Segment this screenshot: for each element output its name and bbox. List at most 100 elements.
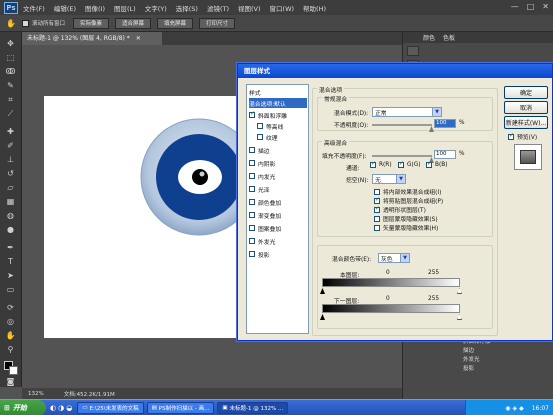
pattern-overlay-checkbox[interactable]: [249, 225, 255, 231]
cancel-button[interactable]: 取消: [504, 101, 548, 114]
document-tab[interactable]: 未标题-1 @ 132% (图层 4, RGB/8) * ✕: [22, 32, 162, 45]
option-blend-interior[interactable]: 将内部效果混合成组(I): [374, 187, 441, 196]
texture-checkbox[interactable]: [257, 134, 263, 140]
style-item-stroke[interactable]: 描边: [249, 145, 307, 155]
menu-edit[interactable]: 编辑(E): [54, 3, 76, 13]
style-item-color-overlay[interactable]: 颜色叠加: [249, 197, 307, 207]
color-panel-icon[interactable]: [407, 46, 419, 56]
blend-if-select[interactable]: 灰色 ▼: [378, 253, 410, 263]
option-vector-mask-hides[interactable]: 矢量蒙版隐藏效果(H): [374, 223, 438, 232]
minimize-icon[interactable]: —: [511, 2, 519, 11]
eyedropper-tool-icon[interactable]: ⟋: [4, 108, 17, 120]
contour-checkbox[interactable]: [257, 123, 263, 129]
3d-rotate-tool-icon[interactable]: ⟳: [4, 302, 17, 314]
vector-mask-hides-checkbox[interactable]: [374, 224, 380, 231]
menu-image[interactable]: 图像(I): [85, 3, 105, 13]
channel-b[interactable]: B(B): [426, 160, 447, 168]
zoom-tool-icon[interactable]: ⚲: [4, 344, 17, 356]
move-tool-icon[interactable]: ✥: [4, 38, 17, 50]
this-layer-white-thumb[interactable]: [457, 288, 462, 294]
option-transparency-shapes[interactable]: 透明形状图层(T): [374, 205, 426, 214]
layer-effect-stroke[interactable]: 描边: [463, 347, 551, 356]
style-item-texture[interactable]: 纹理: [257, 132, 307, 142]
hand-tool-icon[interactable]: ✋: [4, 330, 17, 342]
fill-opacity-slider-track[interactable]: [372, 155, 432, 157]
healing-tool-icon[interactable]: ✚: [4, 126, 17, 138]
layer-effect-drop-shadow[interactable]: 投影: [463, 365, 551, 374]
menu-window[interactable]: 窗口(W): [270, 3, 295, 13]
style-item-contour[interactable]: 等高线: [257, 121, 307, 131]
channel-r-checkbox[interactable]: [370, 160, 376, 168]
drop-shadow-checkbox[interactable]: [249, 251, 255, 257]
close-icon[interactable]: ✕: [136, 35, 141, 42]
style-item-inner-glow[interactable]: 内发光: [249, 171, 307, 181]
fill-screen-button[interactable]: 填充屏幕: [157, 17, 194, 29]
path-select-tool-icon[interactable]: ➤: [4, 270, 17, 282]
underlying-layer-gradient[interactable]: [322, 304, 460, 313]
3d-orbit-tool-icon[interactable]: ◎: [4, 316, 17, 328]
opacity-slider-track[interactable]: [372, 124, 432, 126]
style-item-blend-options[interactable]: 混合选项:默认: [249, 98, 307, 108]
history-brush-tool-icon[interactable]: ↺: [4, 168, 17, 180]
style-item-bevel[interactable]: 斜面和浮雕: [249, 110, 307, 120]
style-item-drop-shadow[interactable]: 投影: [249, 249, 307, 259]
blur-tool-icon[interactable]: ◍: [4, 210, 17, 222]
fit-screen-button[interactable]: 适合屏幕: [115, 17, 152, 29]
marquee-tool-icon[interactable]: ⬚: [4, 52, 17, 64]
fill-opacity-input[interactable]: 100: [434, 150, 456, 159]
new-style-button[interactable]: 新建样式(W)...: [504, 116, 548, 129]
outer-glow-checkbox[interactable]: [249, 238, 255, 244]
ok-button[interactable]: 确定: [504, 86, 548, 99]
tab-swatches[interactable]: 色板: [443, 33, 455, 42]
close-icon[interactable]: ✕: [542, 2, 549, 11]
stamp-tool-icon[interactable]: ⊥: [4, 154, 17, 166]
crop-tool-icon[interactable]: ⌗: [4, 94, 17, 106]
gradient-overlay-checkbox[interactable]: [249, 212, 255, 218]
type-tool-icon[interactable]: T: [4, 256, 17, 268]
color-overlay-checkbox[interactable]: [249, 199, 255, 205]
print-size-button[interactable]: 打印尺寸: [199, 17, 236, 29]
inner-glow-checkbox[interactable]: [249, 173, 255, 179]
brush-tool-icon[interactable]: ✐: [4, 140, 17, 152]
blend-interior-checkbox[interactable]: [374, 188, 380, 195]
style-item-outer-glow[interactable]: 外发光: [249, 236, 307, 246]
underlying-layer-black-thumb[interactable]: [320, 314, 325, 320]
scroll-all-windows-checkbox[interactable]: [21, 19, 29, 27]
start-button[interactable]: ⊞ 开始: [0, 399, 46, 415]
shape-tool-icon[interactable]: ▭: [4, 284, 17, 296]
inner-shadow-checkbox[interactable]: [249, 160, 255, 166]
taskbar-item-tutorial[interactable]: ▤ PS制作扫描以 - 画...: [146, 401, 215, 414]
channel-r[interactable]: R(R): [370, 160, 392, 168]
lasso-tool-icon[interactable]: ↂ: [4, 66, 17, 78]
this-layer-gradient[interactable]: [322, 278, 460, 287]
menu-select[interactable]: 选择(S): [176, 3, 198, 13]
style-item-gradient-overlay[interactable]: 渐变叠加: [249, 210, 307, 220]
channel-g-checkbox[interactable]: [398, 160, 404, 168]
knockout-select[interactable]: 无 ▼: [372, 174, 406, 184]
quick-select-tool-icon[interactable]: ✎: [4, 80, 17, 92]
underlying-layer-white-thumb[interactable]: [457, 314, 462, 320]
blend-mode-select[interactable]: 正常 ▼: [372, 107, 442, 117]
pen-tool-icon[interactable]: ✒: [4, 242, 17, 254]
tab-color[interactable]: 颜色: [423, 33, 435, 42]
opacity-input[interactable]: 100: [434, 119, 456, 128]
quick-mask-icon[interactable]: ◙: [4, 377, 17, 386]
option-layer-mask-hides[interactable]: 图层蒙版隐藏效果(S): [374, 214, 438, 223]
gradient-tool-icon[interactable]: ▦: [4, 196, 17, 208]
layer-mask-hides-checkbox[interactable]: [374, 215, 380, 222]
menu-view[interactable]: 视图(V): [238, 3, 261, 13]
eraser-tool-icon[interactable]: ▱: [4, 182, 17, 194]
this-layer-black-thumb[interactable]: [320, 288, 325, 294]
background-color-swatch[interactable]: [9, 366, 18, 375]
maximize-icon[interactable]: □: [527, 2, 535, 11]
document-canvas[interactable]: [44, 96, 258, 338]
channel-b-checkbox[interactable]: [426, 160, 432, 168]
option-blend-clipped[interactable]: 将剪贴图层混合成组(P): [374, 196, 443, 205]
style-item-satin[interactable]: 光泽: [249, 184, 307, 194]
channel-g[interactable]: G(G): [398, 160, 421, 168]
dodge-tool-icon[interactable]: ●: [4, 224, 17, 236]
transparency-shapes-checkbox[interactable]: [374, 205, 380, 213]
menu-layer[interactable]: 图层(L): [114, 3, 136, 13]
taskbar-item-folder[interactable]: ▭ E:\25\未发表的文稿: [77, 401, 144, 414]
zoom-level[interactable]: 132%: [28, 391, 44, 397]
